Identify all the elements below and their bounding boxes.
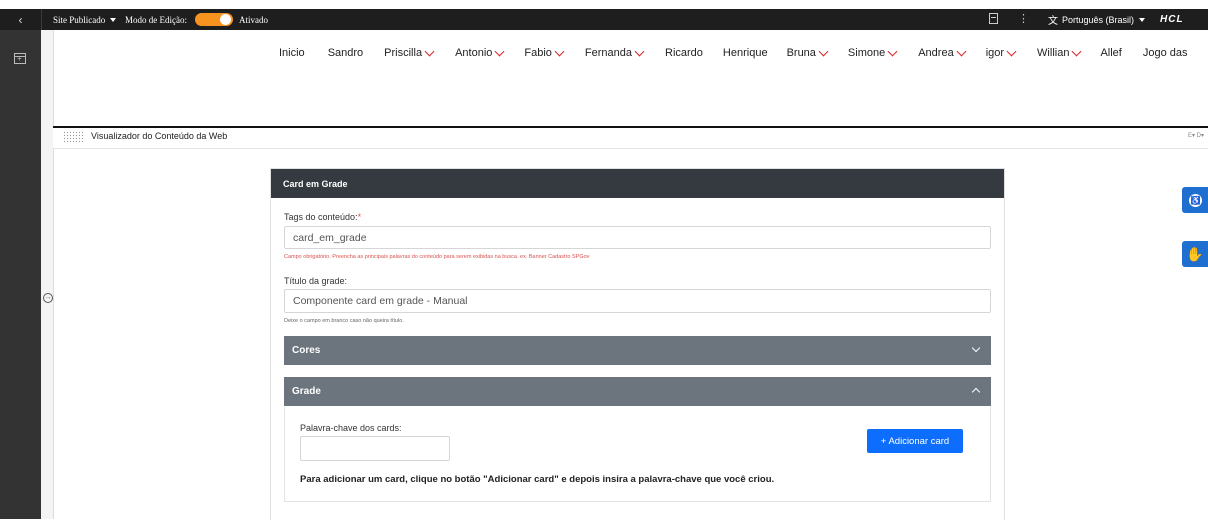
nav-item-simone[interactable]: Simone — [847, 46, 898, 59]
site-published-dropdown[interactable]: Site Publicado — [53, 9, 117, 30]
nav-item-label: Willian — [1037, 47, 1070, 59]
arrow-circle-right-icon[interactable]: → — [43, 293, 53, 303]
nav-item-label: Bruna — [786, 47, 816, 59]
section-cores[interactable]: Cores — [284, 336, 991, 365]
edit-mode: Modo de Edição: Ativado — [125, 9, 268, 30]
nav-item-label: Allef — [1100, 47, 1122, 59]
add-content-icon[interactable] — [14, 53, 26, 64]
nav-item-label: Henrique — [722, 47, 768, 59]
left-sidebar — [0, 30, 41, 519]
toggle-knob — [220, 14, 231, 25]
viewer-actions[interactable]: E▾ D▾ — [1188, 132, 1204, 139]
web-content-viewer-header: Visualizador do Conteúdo da Web E▾ D▾ — [53, 126, 1208, 149]
nav-item-bruna[interactable]: Bruna — [786, 46, 829, 59]
tags-input[interactable]: card_em_grade — [284, 226, 991, 249]
nav-item-priscilla[interactable]: Priscilla — [384, 46, 435, 59]
back-button[interactable]: ‹ — [0, 9, 42, 30]
add-card-button[interactable]: + Adicionar card — [867, 429, 963, 453]
hcl-logo: HCL — [1160, 14, 1184, 25]
chevron-down-icon — [1006, 46, 1017, 56]
tags-help: Campo obrigatório. Preencha as principai… — [284, 254, 590, 260]
chevron-down-icon — [494, 46, 505, 56]
edit-mode-toggle[interactable] — [195, 13, 233, 26]
nav-item-label: Ricardo — [665, 47, 703, 59]
chevron-up-icon — [971, 387, 981, 397]
accessibility-icon: ♿ — [1188, 193, 1202, 207]
nav-item-inicio[interactable]: Inicio — [279, 47, 305, 59]
language-label: Português (Brasil) — [1062, 14, 1135, 25]
keyword-label: Palavra-chave dos cards: — [300, 423, 402, 433]
card-grid-form: Card em Grade Tags do conteúdo:* card_em… — [270, 168, 1005, 520]
sign-language-hand-icon: ✋ — [1186, 245, 1204, 262]
nav-item-label: Inicio — [279, 47, 305, 59]
drag-handle-icon[interactable] — [63, 131, 85, 144]
keyword-input[interactable] — [300, 436, 450, 461]
nav-item-label: Fernanda — [584, 47, 633, 59]
grid-title-label: Título da grade: — [284, 276, 348, 286]
instructions-text: Para adicionar um card, clique no botão … — [300, 474, 775, 485]
main-navigation: Inicio Sandro Priscilla Antonio Fabio Fernand… — [279, 46, 1188, 59]
form-title: Card em Grade — [283, 179, 348, 189]
page-edge-rail: → — [41, 30, 54, 519]
viewer-title: Visualizador do Conteúdo da Web — [91, 131, 228, 141]
nav-item-willian[interactable]: Willian — [1037, 46, 1082, 59]
tags-label: Tags do conteúdo:* — [284, 212, 362, 222]
nav-item-sandro[interactable]: Sandro — [328, 47, 363, 59]
nav-item-andrea[interactable]: Andrea — [918, 46, 967, 59]
form-header: Card em Grade — [271, 169, 1004, 198]
nav-item-henrique[interactable]: Henrique — [723, 47, 768, 59]
chevron-down-icon — [1072, 46, 1082, 56]
chevron-down-icon — [956, 46, 967, 56]
nav-item-igor[interactable]: igor — [985, 46, 1017, 59]
nav-item-label: Fabio — [524, 47, 552, 59]
top-toolbar: ‹ Site Publicado Modo de Edição: Ativado… — [0, 9, 1208, 30]
chevron-down-icon — [818, 46, 829, 56]
nav-item-label: Andrea — [918, 47, 954, 59]
nav-item-fernanda[interactable]: Fernanda — [584, 46, 645, 59]
nav-item-label: Simone — [847, 47, 886, 59]
section-grade-title: Grade — [292, 386, 321, 397]
caret-down-icon — [110, 17, 117, 22]
nav-item-antonio[interactable]: Antonio — [455, 46, 505, 59]
nav-item-allef[interactable]: Allef — [1100, 47, 1121, 59]
section-grade[interactable]: Grade — [284, 377, 991, 406]
sign-language-button[interactable]: ✋ — [1182, 241, 1208, 267]
chevron-down-icon — [424, 46, 435, 56]
caret-down-icon — [1139, 17, 1146, 22]
accessibility-button[interactable]: ♿ — [1182, 187, 1208, 213]
chevron-down-icon — [887, 46, 898, 56]
grid-title-input[interactable]: Componente card em grade - Manual — [284, 289, 991, 313]
edit-mode-label: Modo de Edição: — [125, 14, 187, 25]
nav-item-label: Jogo das — [1142, 47, 1188, 59]
nav-item-label: Priscilla — [384, 47, 423, 59]
grid-title-help: Deixe o campo em branco caso não queira … — [284, 318, 404, 324]
edit-mode-state: Ativado — [239, 14, 268, 25]
chevron-down-icon — [971, 343, 981, 353]
nav-item-label: igor — [985, 47, 1005, 59]
document-icon[interactable] — [989, 13, 998, 24]
translate-icon: 文 — [1048, 16, 1058, 27]
chevron-down-icon — [634, 46, 645, 56]
nav-item-ricardo[interactable]: Ricardo — [665, 47, 703, 59]
nav-item-label: Antonio — [455, 47, 493, 59]
nav-item-label: Sandro — [327, 47, 364, 59]
chevron-down-icon — [554, 46, 565, 56]
site-published-label: Site Publicado — [53, 14, 106, 25]
nav-item-jogo-das[interactable]: Jogo das — [1143, 47, 1188, 59]
nav-item-fabio[interactable]: Fabio — [524, 46, 565, 59]
section-cores-title: Cores — [292, 345, 321, 356]
more-options-icon[interactable]: ⋮ — [1018, 12, 1029, 25]
chevron-left-icon: ‹ — [18, 12, 23, 27]
language-selector[interactable]: 文 Português (Brasil) — [1048, 9, 1146, 30]
